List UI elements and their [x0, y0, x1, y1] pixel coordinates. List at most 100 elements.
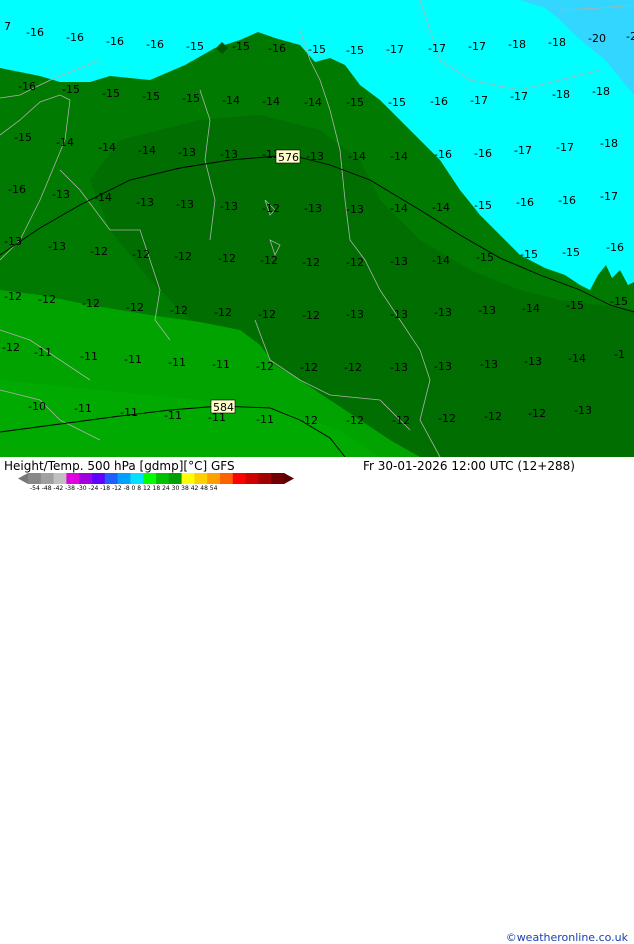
temperature-label: -12	[344, 361, 362, 374]
map-title: Height/Temp. 500 hPa [gdmp][°C] GFS	[4, 459, 235, 473]
scale-segment	[92, 473, 106, 484]
temperature-label: -13	[136, 196, 154, 209]
temperature-label: -13	[220, 148, 238, 161]
temperature-label: -16	[516, 196, 534, 209]
temperature-label: -14	[222, 94, 240, 107]
temperature-label: -15	[308, 43, 326, 56]
temperature-label: -17	[510, 90, 528, 103]
scale-segment	[40, 473, 55, 484]
scale-right-arrow	[284, 473, 294, 484]
temperature-label: -16	[26, 26, 44, 39]
temperature-label: -13	[434, 306, 452, 319]
temperature-label: -14	[432, 254, 450, 267]
temperature-label: -12	[346, 414, 364, 427]
color-scale-bar	[18, 473, 294, 484]
color-scale-ticks: -54 -48 -42 -38 -30 -24 -18 -12 -8 0 8 1…	[30, 485, 218, 492]
temperature-label: -14	[390, 150, 408, 163]
temperature-label: -14	[94, 191, 112, 204]
temperature-label: -17	[514, 144, 532, 157]
temperature-label: -15	[566, 299, 584, 312]
temperature-label: -12	[484, 410, 502, 423]
temperature-label: -15	[232, 40, 250, 53]
temperature-label: -10	[28, 400, 46, 413]
temperature-label: -15	[520, 248, 538, 261]
temperature-label: -16	[8, 183, 26, 196]
temperature-label: -14	[304, 96, 322, 109]
temperature-label: -11	[120, 406, 138, 419]
temperature-label: -13	[178, 146, 196, 159]
temperature-label: -13	[478, 304, 496, 317]
temperature-label: -13	[346, 203, 364, 216]
temperature-label: -12	[90, 245, 108, 258]
temperature-label: -11	[164, 409, 182, 422]
contour-label: 576	[278, 151, 299, 164]
temperature-label: -16	[606, 241, 624, 254]
temperature-label: -15	[62, 83, 80, 96]
scale-segment	[194, 473, 208, 484]
temperature-label: -14	[432, 201, 450, 214]
temperature-label: -16	[146, 38, 164, 51]
temperature-label: -12	[214, 306, 232, 319]
temperature-label: -12	[260, 254, 278, 267]
temperature-label: -13	[176, 198, 194, 211]
temperature-label: -17	[468, 40, 486, 53]
scale-segment	[181, 473, 195, 484]
temperature-label: -16	[66, 31, 84, 44]
weather-map: 7 -16 -16 -16 -16 -15 -15 -16 -15 -15 -17 -17 -17 -18…	[0, 0, 634, 457]
scale-segment	[258, 473, 272, 484]
temperature-label: -13	[346, 308, 364, 321]
temperature-label: -15	[388, 96, 406, 109]
temperature-label: -12	[82, 297, 100, 310]
temperature-label: -18	[592, 85, 610, 98]
scale-segment	[53, 473, 67, 484]
temperature-label: -12	[262, 202, 280, 215]
temperature-label: -16	[430, 95, 448, 108]
temperature-label: -16	[106, 35, 124, 48]
temperature-label: -17	[556, 141, 574, 154]
temperature-label: -13	[390, 255, 408, 268]
scale-segment	[271, 473, 285, 484]
temperature-label: -13	[48, 240, 66, 253]
temperature-label: -13	[390, 361, 408, 374]
temperature-label: -13	[480, 358, 498, 371]
temperature-label: -15	[142, 90, 160, 103]
scale-segment	[245, 473, 259, 484]
temperature-label: -17	[600, 190, 618, 203]
temperature-label: -15	[346, 96, 364, 109]
scale-segment	[156, 473, 170, 484]
temperature-label: -14	[522, 302, 540, 315]
temperature-label: -15	[14, 131, 32, 144]
temperature-label: -12	[438, 412, 456, 425]
contour-label: 584	[213, 401, 234, 414]
temperature-label: -14	[348, 150, 366, 163]
temperature-label: -13	[304, 202, 322, 215]
temperature-label: -12	[256, 360, 274, 373]
scale-segment	[66, 473, 80, 484]
temperature-label: -12	[132, 248, 150, 261]
temperature-label: -15	[102, 87, 120, 100]
credit-link[interactable]: ©weatheronline.co.uk	[506, 931, 628, 944]
temperature-label: -17	[470, 94, 488, 107]
scale-segment	[104, 473, 119, 484]
temperature-label: -14	[98, 141, 116, 154]
temperature-label: -12	[300, 361, 318, 374]
scale-segment	[220, 473, 234, 484]
temperature-label: -14	[390, 202, 408, 215]
scale-segment	[28, 473, 42, 484]
scale-segment	[79, 473, 93, 484]
temperature-label: -11	[212, 358, 230, 371]
temperature-label: -12	[174, 250, 192, 263]
temperature-label: -15	[474, 199, 492, 212]
temperature-label: -16	[434, 148, 452, 161]
temperature-label: -15	[562, 246, 580, 259]
temperature-label: -14	[56, 136, 74, 149]
scale-segment	[117, 473, 131, 484]
temperature-label: -18	[548, 36, 566, 49]
temperature-label: -12	[170, 304, 188, 317]
scale-segment	[130, 473, 144, 484]
temperature-label: -2	[626, 30, 634, 43]
temperature-label: -17	[386, 43, 404, 56]
temperature-label: -12	[2, 341, 20, 354]
temperature-label: -15	[610, 295, 628, 308]
temperature-label: -11	[256, 413, 274, 426]
